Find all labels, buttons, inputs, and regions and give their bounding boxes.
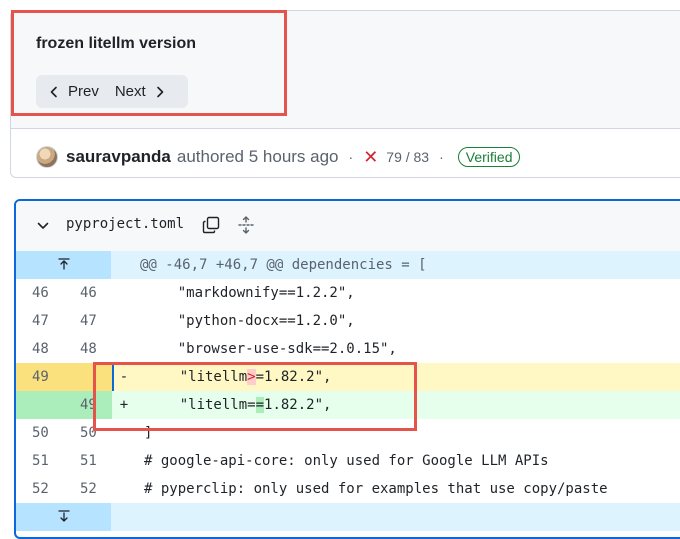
diff-line: 47 47 "python-docx==1.2.0", <box>16 307 680 335</box>
old-line-number[interactable]: 52 <box>16 481 63 497</box>
added-char: = <box>255 397 265 413</box>
new-line-number[interactable]: 49 <box>63 397 112 413</box>
line-code: "litellm==1.82.2", <box>134 397 331 413</box>
commit-header: frozen litellm version Prev Next sauravp… <box>10 10 680 178</box>
new-line-number[interactable]: 47 <box>63 313 112 329</box>
expand-up-button[interactable] <box>16 251 111 279</box>
chevron-left-icon <box>50 86 57 97</box>
diff-line: 52 52 # pyperclip: only used for example… <box>16 475 680 503</box>
expand-up-icon <box>57 258 70 270</box>
x-icon[interactable]: ✕ <box>363 147 378 168</box>
line-code: ] <box>144 425 153 441</box>
code-text: "litellm <box>146 369 248 385</box>
deleted-line-gutter: 49 <box>16 363 112 391</box>
file-diff: pyproject.toml @@ -46,7 +46,7 @@ depende… <box>14 199 680 539</box>
expand-down-button[interactable] <box>16 503 111 531</box>
old-line-number[interactable]: 49 <box>16 369 63 385</box>
file-header: pyproject.toml <box>16 201 680 252</box>
unfold-icon[interactable] <box>236 215 256 235</box>
deleted-char: > <box>247 369 256 385</box>
new-line-number[interactable]: 46 <box>63 285 112 301</box>
next-label: Next <box>114 83 146 100</box>
old-line-number[interactable]: 47 <box>16 313 63 329</box>
prev-label: Prev <box>68 83 99 100</box>
next-button[interactable]: Next <box>111 75 178 108</box>
diff-line: 50 50 ] <box>16 419 680 447</box>
diff-sign: + <box>119 397 129 413</box>
new-line-number[interactable]: 48 <box>63 341 112 357</box>
separator-dot: · <box>348 149 354 165</box>
code-text: "litellm= <box>146 397 256 413</box>
copy-icon[interactable] <box>201 215 221 235</box>
added-line: 49 + "litellm==1.82.2", <box>16 391 680 419</box>
old-line-number[interactable]: 48 <box>16 341 63 357</box>
checks-status[interactable]: 79 / 83 <box>386 149 429 165</box>
chevron-right-icon <box>156 86 163 97</box>
old-line-number[interactable]: 46 <box>16 285 63 301</box>
chevron-down-icon[interactable] <box>36 219 50 233</box>
hunk-header-row: @@ -46,7 +46,7 @@ dependencies = [ <box>16 251 680 279</box>
new-line-number[interactable]: 51 <box>63 453 112 469</box>
diff-body: @@ -46,7 +46,7 @@ dependencies = [ 46 46… <box>16 251 680 531</box>
new-line-number[interactable]: 50 <box>63 425 112 441</box>
deleted-line: 49 - "litellm>=1.82.2", <box>16 363 680 391</box>
file-name[interactable]: pyproject.toml <box>66 216 184 232</box>
prev-button[interactable]: Prev <box>36 75 111 108</box>
avatar[interactable] <box>36 146 58 168</box>
diff-line: 48 48 "browser-use-sdk==2.0.15", <box>16 335 680 363</box>
authored-time: authored 5 hours ago <box>176 147 339 166</box>
line-code: "browser-use-sdk==2.0.15", <box>144 341 397 357</box>
separator-dot: · <box>439 149 444 165</box>
old-line-number[interactable]: 50 <box>16 425 63 441</box>
added-line-gutter: 49 <box>16 391 112 419</box>
new-line-number[interactable]: 52 <box>63 481 112 497</box>
commit-title: frozen litellm version <box>36 35 197 52</box>
line-selection-bar <box>112 363 114 391</box>
commit-navigation: Prev Next <box>36 75 188 108</box>
commit-byline: sauravpanda authored 5 hours ago · ✕ 79 … <box>36 144 521 170</box>
code-text: 1.82.2", <box>264 397 332 413</box>
author-link[interactable]: sauravpanda <box>66 147 171 167</box>
line-code: # google-api-core: only used for Google … <box>144 453 549 469</box>
verified-badge[interactable]: Verified <box>457 147 521 167</box>
hunk-header: @@ -46,7 +46,7 @@ dependencies = [ <box>140 257 427 273</box>
diff-sign: - <box>119 369 129 385</box>
old-line-number[interactable]: 51 <box>16 453 63 469</box>
line-code: # pyperclip: only used for examples that… <box>144 481 608 497</box>
line-code: "markdownify==1.2.2", <box>144 285 355 301</box>
line-code: "python-docx==1.2.0", <box>144 313 355 329</box>
line-code: "litellm>=1.82.2", <box>134 369 331 385</box>
expand-down-icon <box>57 510 70 522</box>
hunk-footer-row <box>16 503 680 531</box>
code-text: =1.82.2", <box>255 369 332 385</box>
commit-title-area: frozen litellm version Prev Next <box>11 11 680 129</box>
diff-line: 51 51 # google-api-core: only used for G… <box>16 447 680 475</box>
diff-line: 46 46 "markdownify==1.2.2", <box>16 279 680 307</box>
